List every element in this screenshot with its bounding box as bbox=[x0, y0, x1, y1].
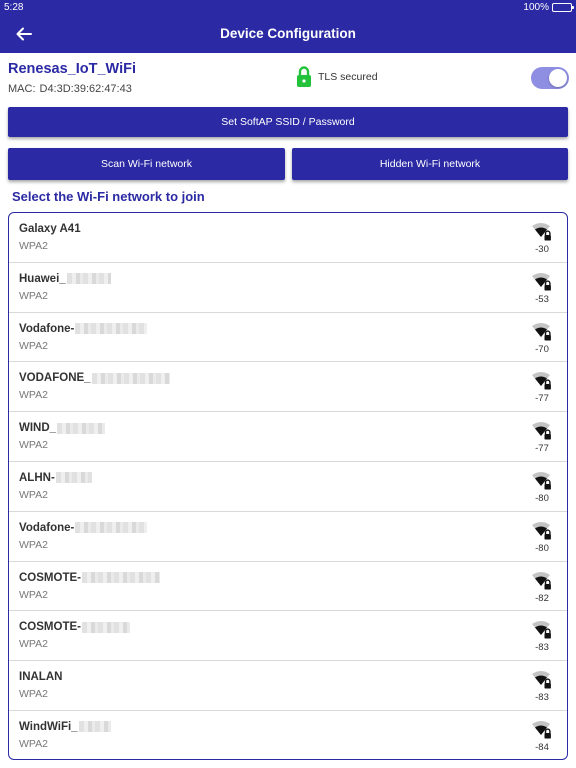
network-row[interactable]: Huawei_ WPA2 -53 bbox=[9, 263, 567, 313]
network-ssid-text: Vodafone- bbox=[19, 521, 75, 534]
network-security: WPA2 bbox=[19, 538, 48, 551]
toggle-knob bbox=[549, 69, 567, 87]
network-ssid: ALHN- bbox=[19, 472, 92, 484]
tls-status: TLS secured bbox=[296, 66, 378, 88]
network-ssid: COSMOTE- bbox=[19, 572, 160, 584]
network-ssid: WIND_ bbox=[19, 422, 106, 435]
device-name: Renesas_IoT_WiFi bbox=[8, 61, 136, 77]
scan-wifi-button[interactable]: Scan Wi-Fi network bbox=[8, 148, 285, 180]
section-title: Select the Wi-Fi network to join bbox=[12, 189, 205, 204]
network-security: WPA2 bbox=[19, 289, 48, 302]
network-rssi: -83 bbox=[535, 642, 549, 654]
redacted-ssid bbox=[75, 522, 148, 534]
network-row[interactable]: WindWiFi_ WPA2 -84 bbox=[9, 711, 567, 759]
network-row[interactable]: Vodafone- WPA2 -70 bbox=[9, 313, 567, 363]
network-rssi: -77 bbox=[535, 393, 549, 405]
network-rssi: -82 bbox=[535, 592, 549, 604]
hidden-wifi-button[interactable]: Hidden Wi-Fi network bbox=[292, 148, 568, 180]
network-row[interactable]: ALHN- WPA2 -80 bbox=[9, 462, 567, 512]
network-security: WPA2 bbox=[19, 439, 48, 452]
network-rssi: -53 bbox=[535, 293, 549, 305]
network-rssi: -77 bbox=[535, 443, 549, 455]
status-bar: 5:28 100% bbox=[0, 0, 576, 16]
network-rssi: -30 bbox=[535, 244, 549, 255]
network-ssid-text: INALAN bbox=[19, 671, 63, 684]
wifi-lock-icon bbox=[532, 720, 551, 739]
network-ssid-text: WIND_ bbox=[19, 422, 57, 435]
network-row[interactable]: COSMOTE- WPA2 -82 bbox=[9, 562, 567, 612]
network-ssid: COSMOTE- bbox=[19, 621, 130, 633]
network-security: WPA2 bbox=[19, 737, 48, 750]
network-list[interactable]: Galaxy A41 WPA2 -30 Huawei_ WPA2 -53 Vodafone-… bbox=[8, 212, 568, 760]
network-security: WPA2 bbox=[19, 688, 48, 701]
network-ssid: Galaxy A41 bbox=[19, 223, 81, 235]
redacted-ssid bbox=[55, 472, 92, 484]
set-softap-button[interactable]: Set SoftAP SSID / Password bbox=[8, 107, 568, 137]
network-ssid-text: Galaxy A41 bbox=[19, 223, 81, 235]
redacted-ssid bbox=[57, 422, 106, 434]
network-security: WPA2 bbox=[19, 638, 48, 651]
network-row[interactable]: WIND_ WPA2 -77 bbox=[9, 412, 567, 462]
network-row[interactable]: INALAN WPA2 -83 bbox=[9, 661, 567, 711]
mac-value: D4:3D:39:62:47:43 bbox=[39, 83, 132, 95]
network-security: WPA2 bbox=[19, 240, 48, 252]
network-ssid-text: WindWiFi_ bbox=[19, 720, 78, 733]
network-rssi: -80 bbox=[535, 542, 549, 554]
wifi-lock-icon bbox=[532, 671, 551, 689]
network-row[interactable]: VODAFONE_ WPA2 -77 bbox=[9, 362, 567, 413]
redacted-ssid bbox=[78, 721, 111, 733]
wifi-lock-icon bbox=[532, 372, 551, 390]
status-battery: 100% bbox=[523, 2, 574, 13]
network-ssid: Vodafone- bbox=[19, 322, 148, 335]
status-time: 5:28 bbox=[4, 2, 24, 13]
redacted-ssid bbox=[81, 572, 160, 584]
network-ssid: Huawei_ bbox=[19, 273, 111, 285]
network-rssi: -70 bbox=[535, 343, 549, 355]
network-ssid: INALAN bbox=[19, 671, 62, 683]
network-ssid-text: ALHN- bbox=[19, 471, 55, 484]
network-rssi: -80 bbox=[535, 492, 549, 504]
app-bar: Device Configuration bbox=[0, 16, 576, 53]
network-security: WPA2 bbox=[19, 488, 48, 501]
network-ssid: VODAFONE_ bbox=[19, 372, 170, 384]
wifi-lock-icon bbox=[532, 422, 551, 440]
wifi-lock-icon bbox=[532, 223, 551, 241]
network-security: WPA2 bbox=[19, 389, 48, 402]
network-ssid-text: Huawei_ bbox=[19, 272, 66, 285]
network-rssi: -84 bbox=[535, 741, 549, 753]
network-ssid-text: COSMOTE- bbox=[19, 571, 81, 584]
network-ssid: Vodafone- bbox=[19, 521, 148, 534]
battery-percent: 100% bbox=[523, 2, 549, 13]
page-title: Device Configuration bbox=[220, 26, 356, 41]
network-ssid: WindWiFi_ bbox=[19, 721, 111, 733]
network-security: WPA2 bbox=[19, 588, 48, 601]
battery-icon bbox=[552, 3, 574, 12]
redacted-ssid bbox=[91, 372, 170, 384]
wifi-lock-icon bbox=[532, 571, 551, 590]
network-ssid-text: COSMOTE- bbox=[19, 621, 81, 634]
wifi-lock-icon bbox=[532, 521, 551, 540]
device-toggle[interactable] bbox=[531, 67, 569, 89]
network-ssid-text: VODAFONE_ bbox=[19, 372, 91, 385]
wifi-lock-icon bbox=[532, 621, 551, 639]
device-mac: MAC: D4:3D:39:62:47:43 bbox=[8, 83, 132, 95]
network-row[interactable]: Vodafone- WPA2 -80 bbox=[9, 512, 567, 562]
redacted-ssid bbox=[81, 621, 130, 633]
mac-label: MAC: bbox=[8, 83, 36, 95]
network-rssi: -83 bbox=[535, 692, 549, 704]
network-row[interactable]: Galaxy A41 WPA2 -30 bbox=[9, 213, 567, 263]
network-row[interactable]: COSMOTE- WPA2 -83 bbox=[9, 611, 567, 662]
lock-icon bbox=[297, 66, 311, 87]
redacted-ssid bbox=[66, 273, 111, 285]
wifi-lock-icon bbox=[532, 322, 551, 341]
network-security: WPA2 bbox=[19, 339, 48, 352]
wifi-lock-icon bbox=[532, 471, 551, 490]
wifi-lock-icon bbox=[532, 272, 551, 291]
network-ssid-text: Vodafone- bbox=[19, 322, 75, 335]
tls-label: TLS secured bbox=[318, 71, 378, 83]
redacted-ssid bbox=[75, 323, 148, 335]
